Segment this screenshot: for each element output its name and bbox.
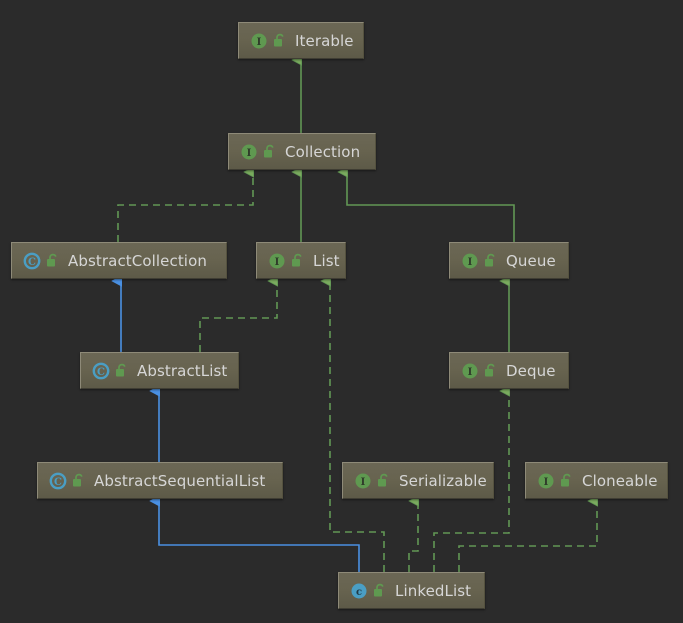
public-unlocked-icon bbox=[377, 473, 390, 488]
node-queue[interactable]: I Queue bbox=[449, 242, 569, 279]
abstract-class-icon: C bbox=[23, 252, 41, 270]
public-unlocked-icon bbox=[484, 363, 497, 378]
node-iterable[interactable]: I Iterable bbox=[238, 22, 364, 59]
interface-icon: I bbox=[461, 252, 479, 270]
node-abstractcollection[interactable]: C AbstractCollection bbox=[11, 242, 227, 279]
edge-linkedlist-serializable bbox=[408, 501, 418, 572]
public-unlocked-icon bbox=[560, 473, 573, 488]
node-label: AbstractCollection bbox=[68, 251, 207, 270]
interface-icon: I bbox=[537, 472, 555, 490]
node-cloneable[interactable]: I Cloneable bbox=[525, 462, 668, 499]
public-unlocked-icon bbox=[263, 144, 276, 159]
node-linkedlist[interactable]: c LinkedList bbox=[338, 572, 485, 609]
node-label: Cloneable bbox=[582, 471, 658, 490]
svg-text:I: I bbox=[275, 257, 280, 268]
edge-queue-collection bbox=[347, 172, 515, 242]
public-unlocked-icon bbox=[291, 253, 304, 268]
edge-linkedlist-cloneable bbox=[458, 501, 597, 572]
node-label: Serializable bbox=[399, 471, 487, 490]
node-label: AbstractList bbox=[137, 361, 228, 380]
svg-text:I: I bbox=[257, 37, 262, 48]
interface-icon: I bbox=[268, 252, 286, 270]
node-list[interactable]: I List bbox=[256, 242, 346, 279]
node-label: Collection bbox=[285, 142, 361, 161]
node-abstractsequentiallist[interactable]: C AbstractSequentialList bbox=[37, 462, 283, 499]
svg-text:C: C bbox=[97, 367, 105, 378]
public-unlocked-icon bbox=[72, 473, 85, 488]
interface-icon: I bbox=[240, 143, 258, 161]
svg-text:I: I bbox=[544, 477, 549, 488]
public-unlocked-icon bbox=[115, 363, 128, 378]
public-unlocked-icon bbox=[273, 33, 286, 48]
edge-layer bbox=[0, 0, 683, 572]
svg-text:I: I bbox=[468, 367, 473, 378]
node-deque[interactable]: I Deque bbox=[449, 352, 569, 389]
interface-icon: I bbox=[250, 32, 268, 50]
node-label: LinkedList bbox=[395, 581, 472, 600]
node-label: Queue bbox=[506, 251, 556, 270]
node-label: Deque bbox=[506, 361, 556, 380]
edge-abstractcollection-collection bbox=[117, 172, 253, 242]
public-unlocked-icon bbox=[46, 253, 59, 268]
edge-linkedlist-list bbox=[330, 281, 385, 572]
edge-linkedlist-abstractsequentiallist bbox=[159, 501, 360, 572]
node-abstractlist[interactable]: C AbstractList bbox=[80, 352, 239, 389]
class-icon: c bbox=[350, 582, 368, 600]
interface-icon: I bbox=[354, 472, 372, 490]
abstract-class-icon: C bbox=[49, 472, 67, 490]
node-label: Iterable bbox=[295, 31, 354, 50]
public-unlocked-icon bbox=[484, 253, 497, 268]
node-label: AbstractSequentialList bbox=[94, 471, 266, 490]
svg-text:C: C bbox=[28, 257, 36, 268]
interface-icon: I bbox=[461, 362, 479, 380]
svg-text:I: I bbox=[361, 477, 366, 488]
node-serializable[interactable]: I Serializable bbox=[342, 462, 494, 499]
svg-text:C: C bbox=[54, 477, 62, 488]
svg-text:I: I bbox=[247, 148, 252, 159]
node-label: List bbox=[313, 251, 340, 270]
abstract-class-icon: C bbox=[92, 362, 110, 380]
public-unlocked-icon bbox=[373, 583, 386, 598]
edge-abstractlist-list bbox=[199, 281, 277, 352]
svg-text:c: c bbox=[356, 587, 362, 598]
uml-class-diagram: I Iterable I Collection C AbstractCollec… bbox=[0, 0, 683, 623]
svg-text:I: I bbox=[468, 257, 473, 268]
node-collection[interactable]: I Collection bbox=[228, 133, 376, 170]
